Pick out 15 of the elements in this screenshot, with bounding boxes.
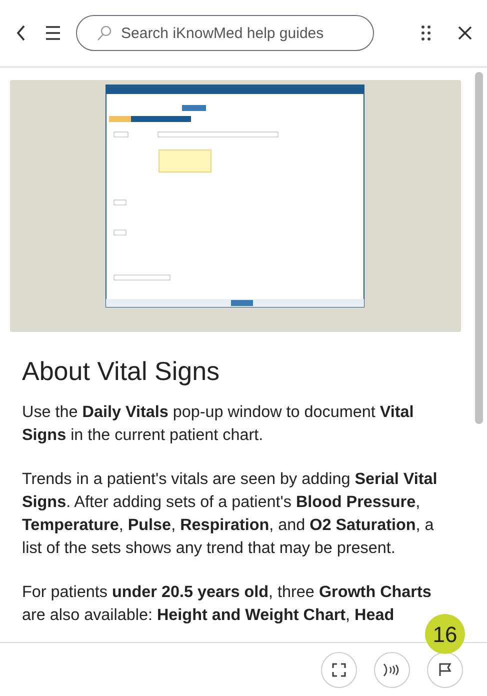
flag-icon — [438, 662, 452, 676]
article-heading: About Vital Signs — [22, 356, 221, 388]
fullscreen-icon — [332, 662, 346, 676]
search-icon — [96, 25, 112, 41]
flag-button[interactable] — [427, 652, 463, 688]
search-field[interactable]: Search iKnowMed help guides — [76, 15, 374, 51]
paragraph: Use the Daily Vitals pop-up window to document Vital Signs in the current patient chart. — [22, 402, 415, 446]
close-icon[interactable] — [457, 25, 473, 41]
menu-icon[interactable] — [44, 24, 62, 42]
count-badge: 16 — [425, 614, 465, 654]
read-aloud-button[interactable] — [374, 652, 410, 688]
fullscreen-button[interactable] — [321, 652, 357, 688]
paragraph: Trends in a patient's vitals are seen by adding Serial Vital Signs. After adding sets of a patient's Blood Pressure, Temperature, Pulse, Respiration, and O2 Saturation, a list of the sets shows any trend that may be present. — [22, 469, 438, 560]
scrollbar-thumb[interactable] — [475, 72, 483, 424]
apps-icon[interactable] — [419, 24, 433, 42]
